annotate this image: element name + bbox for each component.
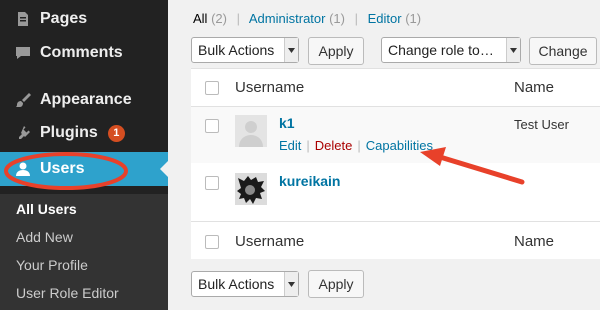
sidebar-item-label: Comments bbox=[40, 44, 123, 61]
column-footer-name[interactable]: Name bbox=[514, 233, 554, 250]
chevron-down-icon bbox=[284, 272, 298, 296]
delete-link[interactable]: Delete bbox=[315, 138, 353, 153]
filter-separator: | bbox=[236, 11, 240, 26]
column-header-name[interactable]: Name bbox=[514, 79, 554, 96]
row-checkbox[interactable] bbox=[205, 119, 219, 133]
column-header-username[interactable]: Username bbox=[235, 79, 304, 96]
bulk-actions-select-top[interactable]: Bulk Actions bbox=[191, 37, 299, 63]
filter-all-count: (2) bbox=[211, 11, 227, 26]
role-filter-links: All (2) | Administrator (1) | Editor (1) bbox=[193, 11, 421, 26]
apply-button-top[interactable]: Apply bbox=[308, 37, 364, 65]
capabilities-link[interactable]: Capabilities bbox=[366, 138, 433, 153]
chevron-down-icon bbox=[506, 38, 520, 62]
users-submenu: All Users Add New Your Profile User Role… bbox=[0, 194, 168, 310]
filter-all[interactable]: All bbox=[193, 11, 207, 26]
sidebar-item-label: Plugins bbox=[40, 124, 98, 141]
change-role-button[interactable]: Change bbox=[529, 37, 597, 65]
sidebar-item-pages[interactable]: Pages bbox=[0, 2, 168, 36]
select-all-checkbox[interactable] bbox=[205, 81, 219, 95]
comments-icon bbox=[12, 43, 34, 63]
row-actions: Edit | Delete | Capabilities bbox=[279, 138, 433, 153]
users-icon bbox=[12, 159, 34, 179]
active-indicator-arrow bbox=[160, 161, 168, 177]
select-all-checkbox-footer[interactable] bbox=[205, 235, 219, 249]
change-role-value: Change role to… bbox=[388, 42, 494, 58]
apply-button-bottom[interactable]: Apply bbox=[308, 270, 364, 298]
table-footer-row: Username Name bbox=[191, 222, 600, 259]
sidebar-item-label: Users bbox=[40, 160, 85, 177]
plugins-update-badge: 1 bbox=[107, 124, 125, 142]
username-link[interactable]: k1 bbox=[279, 115, 295, 131]
submenu-item-your-profile[interactable]: Your Profile bbox=[16, 257, 88, 273]
admin-sidebar: Pages Comments Appearance Plugins 1 User… bbox=[0, 0, 168, 310]
table-row: kureikain bbox=[191, 163, 600, 222]
filter-administrator-count: (1) bbox=[329, 11, 345, 26]
action-separator: | bbox=[306, 138, 310, 153]
users-table: Username Name k1 Edit | Delete | Capabilitie… bbox=[191, 68, 600, 259]
edit-link[interactable]: Edit bbox=[279, 138, 301, 153]
change-role-select[interactable]: Change role to… bbox=[381, 37, 521, 63]
filter-separator: | bbox=[354, 11, 358, 26]
submenu-item-all-users[interactable]: All Users bbox=[16, 201, 77, 217]
users-main: All (2) | Administrator (1) | Editor (1)… bbox=[168, 0, 600, 310]
column-footer-username[interactable]: Username bbox=[235, 233, 304, 250]
sidebar-item-appearance[interactable]: Appearance bbox=[0, 83, 168, 117]
submenu-item-add-new[interactable]: Add New bbox=[16, 229, 73, 245]
plugins-icon bbox=[12, 123, 34, 143]
avatar bbox=[235, 173, 267, 205]
sidebar-item-plugins[interactable]: Plugins 1 bbox=[0, 116, 168, 150]
sidebar-item-label: Pages bbox=[40, 10, 88, 27]
sidebar-item-users[interactable]: Users bbox=[0, 152, 168, 186]
table-row: k1 Edit | Delete | Capabilities Test User bbox=[191, 107, 600, 163]
filter-editor[interactable]: Editor bbox=[368, 11, 402, 26]
row-checkbox[interactable] bbox=[205, 176, 219, 190]
sidebar-item-label: Appearance bbox=[40, 91, 132, 108]
filter-editor-count: (1) bbox=[405, 11, 422, 26]
username-link[interactable]: kureikain bbox=[279, 173, 340, 189]
sidebar-item-comments[interactable]: Comments bbox=[0, 36, 168, 70]
name-cell: Test User bbox=[514, 117, 569, 132]
action-separator: | bbox=[357, 138, 361, 153]
pages-icon bbox=[12, 9, 34, 29]
bulk-actions-value: Bulk Actions bbox=[198, 276, 275, 292]
bulk-actions-select-bottom[interactable]: Bulk Actions bbox=[191, 271, 299, 297]
avatar bbox=[235, 115, 267, 147]
table-header-row: Username Name bbox=[191, 69, 600, 107]
bulk-actions-value: Bulk Actions bbox=[198, 42, 275, 58]
appearance-icon bbox=[12, 90, 34, 110]
submenu-item-user-role-editor[interactable]: User Role Editor bbox=[16, 285, 119, 301]
chevron-down-icon bbox=[284, 38, 298, 62]
filter-administrator[interactable]: Administrator bbox=[249, 11, 326, 26]
